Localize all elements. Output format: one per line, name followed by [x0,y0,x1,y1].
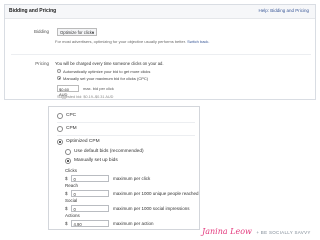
clicks-currency: $ [65,176,68,181]
default-bids-label: Use default bids (recommended) [74,149,144,154]
divider [57,135,195,136]
social-unit: maximum per 1000 social impressions [113,206,190,211]
reach-unit: maximum per 1000 unique people reached [113,191,199,196]
bidding-pricing-panel: Bidding and Pricing Help: Bidding and Pr… [4,4,316,100]
max-bid-unit: max. bid per click [83,86,114,91]
bidding-select-value: Optimize for clicks [60,30,94,35]
actions-currency: $ [65,221,68,226]
pricing-option-manual-label: Manually set your maximum bid for clicks… [63,76,149,81]
bidding-select[interactable]: Optimize for clicks ▾ [57,28,97,36]
panel-header: Bidding and Pricing Help: Bidding and Pr… [5,5,315,19]
pricing-option-auto-label: Automatically optimize your bid to get m… [63,69,151,74]
watermark-tagline: + BE SOCIALLY SAVVY [256,230,311,235]
reach-currency: $ [65,191,68,196]
manual-bids-label: Manually set up bids [74,158,118,163]
reach-title: Reach [65,183,79,188]
pricing-option-manual-radio[interactable] [57,76,61,80]
pricing-label: Pricing [35,61,49,66]
watermark-name: Janina Leow [202,227,252,236]
actions-unit: maximum per action [113,221,154,226]
bidding-label: Bidding [33,29,49,34]
help-link[interactable]: Help: Bidding and Pricing [258,8,309,13]
cpm-radio[interactable] [57,126,63,132]
bidding-hint-text: For most advertisers, optimizing for you… [55,39,186,44]
pricing-option-auto-radio[interactable] [57,69,61,73]
default-bids-radio[interactable] [65,149,71,155]
bid-type-panel: CPC CPM Optimized CPM Use default bids (… [48,106,200,230]
clicks-unit: maximum per click [113,176,151,181]
ocpm-label: Optimized CPM [66,139,100,144]
pricing-question: You will be charged every time someone c… [55,61,164,66]
reach-bid-input[interactable]: 0 [71,190,109,197]
clicks-bid-input[interactable]: 0 [71,175,109,182]
clicks-title: Clicks [65,168,77,173]
bidding-hint: For most advertisers, optimizing for you… [55,39,225,44]
divider [11,54,311,55]
divider [57,122,195,123]
switch-back-link[interactable]: Switch back. [187,39,209,44]
chevron-down-icon: ▾ [91,30,94,35]
watermark: Janina Leow + BE SOCIALLY SAVVY [202,221,311,239]
social-bid-input[interactable]: 0 [71,205,109,212]
ocpm-radio[interactable] [57,139,63,145]
actions-bid-input[interactable]: 4.90 [71,220,109,227]
suggested-bid: Suggested bid: $0.19–$0.31 AUD [57,95,114,99]
max-bid-input[interactable]: $0.60 AUD [57,85,79,97]
actions-title: Actions [65,213,80,218]
cpc-radio[interactable] [57,113,63,119]
social-currency: $ [65,206,68,211]
cpc-label: CPC [66,113,77,118]
social-title: Social [65,198,78,203]
cpm-label: CPM [66,126,77,131]
panel-title: Bidding and Pricing [9,8,57,14]
manual-bids-radio[interactable] [65,158,71,164]
